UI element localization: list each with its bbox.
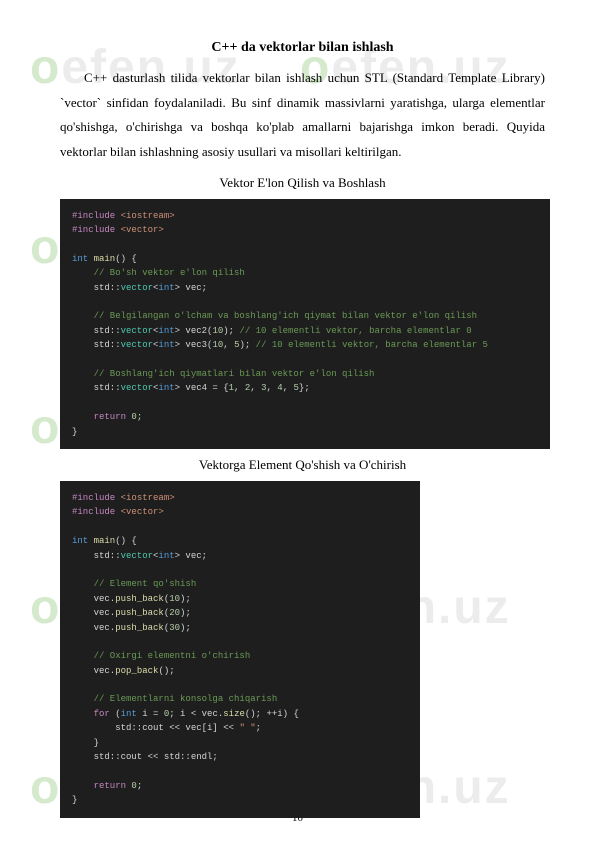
body-paragraph: C++ dasturlash tilida vektorlar bilan is… — [60, 66, 545, 165]
page-title: C++ da vektorlar bilan ishlash — [60, 40, 545, 56]
code-block-2: #include <iostream> #include <vector> in… — [60, 481, 420, 818]
page-content: C++ da vektorlar bilan ishlash C++ dastu… — [0, 0, 595, 844]
subtitle-1: Vektor E'lon Qilish va Boshlash — [60, 175, 545, 191]
subtitle-2: Vektorga Element Qo'shish va O'chirish — [60, 457, 545, 473]
code-block-1: #include <iostream> #include <vector> in… — [60, 199, 550, 449]
